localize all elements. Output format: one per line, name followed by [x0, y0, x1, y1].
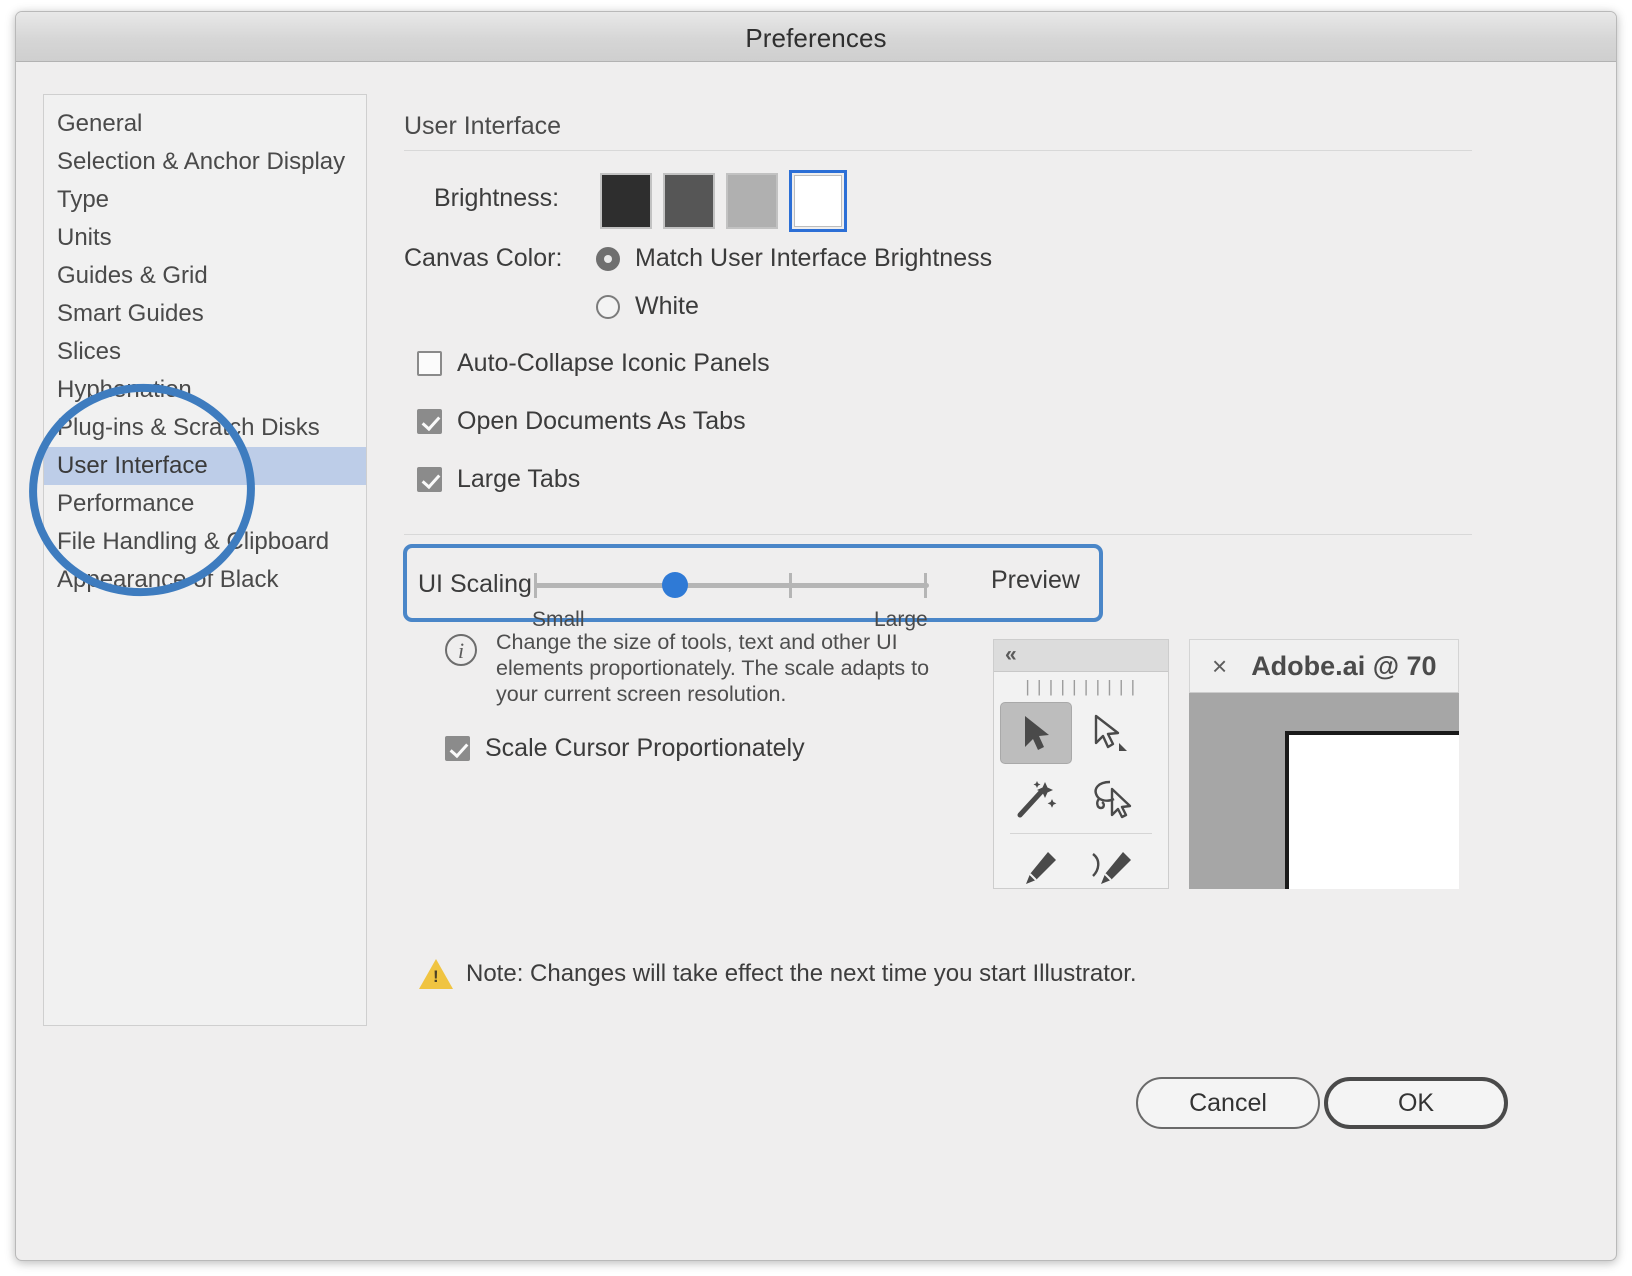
preview-toolbar-panel: « |||||||||| — [993, 639, 1169, 889]
ok-button[interactable]: OK — [1324, 1077, 1508, 1129]
category-list[interactable]: General Selection & Anchor Display Type … — [43, 94, 367, 1026]
sidebar-item-appearance-of-black[interactable]: Appearance of Black — [44, 561, 366, 599]
sidebar-item-hyphenation[interactable]: Hyphenation — [44, 371, 366, 409]
slider-tick-mid — [789, 573, 792, 598]
checkbox-label: Auto-Collapse Iconic Panels — [457, 349, 770, 377]
sidebar-item-user-interface[interactable]: User Interface — [44, 447, 366, 485]
screenshot-root: Preferences General Selection & Anchor D… — [0, 0, 1632, 1276]
artboard — [1285, 731, 1459, 889]
radio-indicator — [596, 294, 620, 319]
preferences-dialog: Preferences General Selection & Anchor D… — [15, 11, 1617, 1261]
sidebar-item-units[interactable]: Units — [44, 219, 366, 257]
magic-wand-tool-icon[interactable] — [1000, 766, 1074, 830]
swatch-fill — [728, 175, 776, 227]
radio-match-ui-brightness[interactable]: Match User Interface Brightness — [596, 244, 992, 273]
checkbox-large-tabs[interactable]: Large Tabs — [417, 465, 580, 494]
ui-scaling-slider[interactable]: Small Large — [532, 566, 929, 631]
info-icon: i — [445, 634, 477, 666]
ui-scaling-description: Change the size of tools, text and other… — [496, 630, 930, 706]
swatch-fill — [602, 175, 650, 227]
close-icon[interactable]: × — [1212, 653, 1227, 679]
warning-icon — [419, 959, 453, 989]
lasso-tool-icon[interactable] — [1074, 766, 1148, 830]
checkbox-auto-collapse-iconic-panels[interactable]: Auto-Collapse Iconic Panels — [417, 349, 770, 378]
brightness-swatch-lightest[interactable] — [789, 170, 847, 232]
brightness-swatch-darkest[interactable] — [600, 173, 652, 229]
sidebar-item-guides-grid[interactable]: Guides & Grid — [44, 257, 366, 295]
document-title: Adobe.ai @ 70 — [1251, 650, 1437, 681]
pen-tool-icon[interactable] — [1000, 838, 1074, 889]
dialog-title: Preferences — [745, 23, 887, 53]
selection-tool-icon[interactable] — [1000, 702, 1072, 764]
sidebar-item-file-handling-clipboard[interactable]: File Handling & Clipboard — [44, 523, 366, 561]
divider-top — [404, 150, 1472, 151]
checkbox-open-documents-as-tabs[interactable]: Open Documents As Tabs — [417, 407, 746, 436]
title-bar: Preferences — [16, 12, 1616, 62]
slider-knob[interactable] — [662, 572, 688, 598]
checkbox-indicator — [417, 351, 442, 376]
user-interface-panel: User Interface Brightness: Canvas Color:… — [403, 94, 1584, 1054]
radio-label: White — [635, 292, 699, 320]
sidebar-item-selection-anchor-display[interactable]: Selection & Anchor Display — [44, 143, 366, 181]
toolbar-grip-icon: |||||||||| — [1022, 679, 1140, 698]
checkbox-scale-cursor-proportionately[interactable]: Scale Cursor Proportionately — [445, 734, 805, 763]
ui-scaling-preview: « |||||||||| × Adobe.ai @ 70 — [993, 639, 1459, 889]
swatch-fill — [794, 175, 842, 227]
slider-tick-min — [534, 573, 537, 598]
brightness-swatch-light[interactable] — [726, 173, 778, 229]
sidebar-item-general[interactable]: General — [44, 105, 366, 143]
sidebar-item-plugins-scratch-disks[interactable]: Plug-ins & Scratch Disks — [44, 409, 366, 447]
checkbox-label: Scale Cursor Proportionately — [485, 734, 805, 762]
preview-document-panel: × Adobe.ai @ 70 — [1189, 639, 1459, 889]
brightness-swatch-dark[interactable] — [663, 173, 715, 229]
document-canvas — [1189, 693, 1459, 889]
canvas-color-label: Canvas Color: — [404, 244, 563, 272]
sidebar-item-performance[interactable]: Performance — [44, 485, 366, 523]
checkbox-label: Large Tabs — [457, 465, 581, 493]
toolbar-tool-grid-2 — [994, 834, 1168, 889]
cancel-button[interactable]: Cancel — [1136, 1077, 1320, 1129]
radio-indicator — [596, 246, 620, 271]
preview-label: Preview — [991, 566, 1080, 594]
sidebar-item-smart-guides[interactable]: Smart Guides — [44, 295, 366, 333]
radio-label: Match User Interface Brightness — [635, 244, 993, 272]
panel-heading: User Interface — [404, 112, 562, 140]
toolbar-tool-grid — [994, 698, 1168, 830]
sidebar-item-type[interactable]: Type — [44, 181, 366, 219]
toolbar-collapse-button[interactable]: « — [994, 640, 1168, 672]
checkbox-indicator — [417, 467, 442, 492]
slider-tick-max — [924, 573, 927, 598]
add-anchor-point-tool-icon[interactable] — [1074, 838, 1148, 889]
direct-selection-tool-icon[interactable] — [1072, 702, 1146, 766]
ui-scaling-label: UI Scaling: — [418, 570, 539, 598]
swatch-fill — [665, 175, 713, 227]
document-tab[interactable]: × Adobe.ai @ 70 — [1189, 639, 1459, 693]
brightness-label: Brightness: — [434, 184, 560, 212]
divider-mid — [404, 534, 1472, 535]
restart-note: Note: Changes will take effect the next … — [466, 960, 1137, 987]
checkbox-indicator — [445, 736, 470, 761]
sidebar-item-slices[interactable]: Slices — [44, 333, 366, 371]
checkbox-label: Open Documents As Tabs — [457, 407, 746, 435]
slider-track — [534, 583, 929, 588]
radio-white[interactable]: White — [596, 292, 699, 321]
checkbox-indicator — [417, 409, 442, 434]
